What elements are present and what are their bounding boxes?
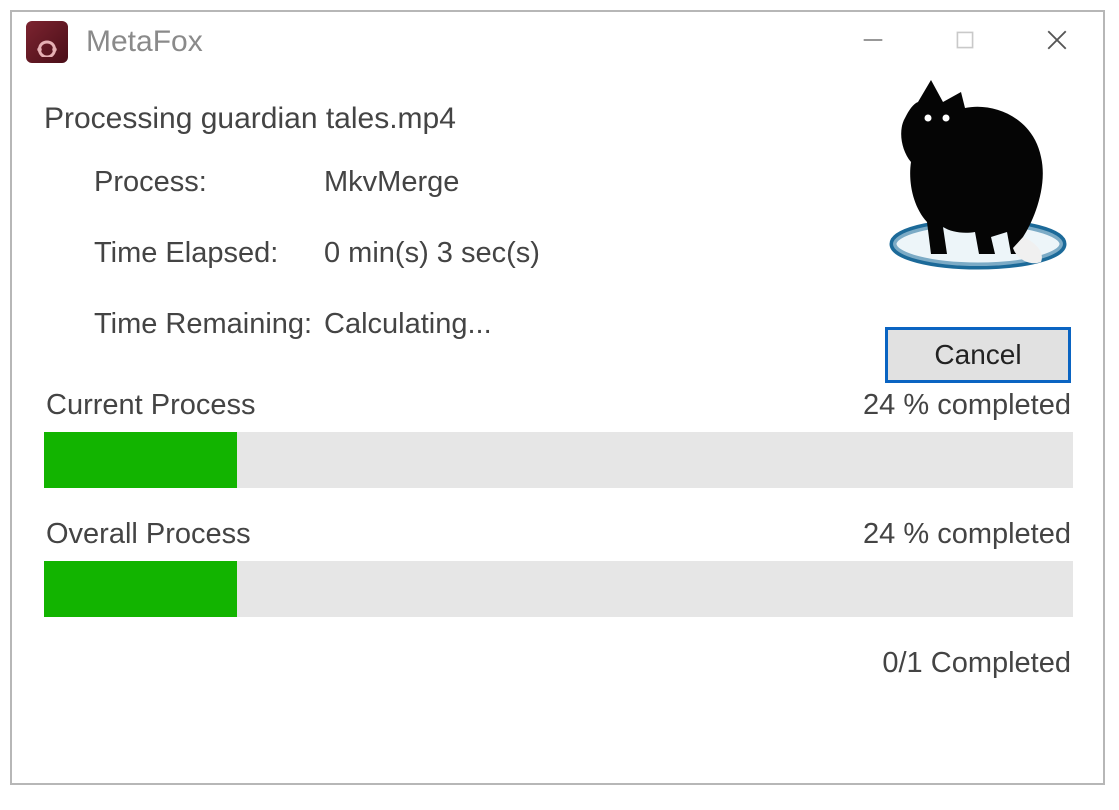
app-icon	[26, 21, 68, 63]
overall-progress-header: Overall Process 24 % completed	[44, 518, 1073, 551]
content-area: Processing guardian tales.mp4 Process: M…	[12, 72, 1103, 680]
elapsed-value: 0 min(s) 3 sec(s)	[324, 237, 540, 270]
process-value: MkvMerge	[324, 166, 459, 199]
window: MetaFox	[10, 10, 1105, 785]
close-button[interactable]	[1011, 12, 1103, 68]
completed-count: 0/1 Completed	[44, 647, 1073, 680]
overall-progress-fill	[44, 561, 237, 617]
current-progress-percent: 24 % completed	[863, 389, 1071, 422]
current-progress-fill	[44, 432, 237, 488]
overall-progress-section: Overall Process 24 % completed	[44, 518, 1073, 617]
overall-progress-label: Overall Process	[46, 518, 251, 551]
current-progress-section: Current Process 24 % completed	[44, 389, 1073, 488]
window-controls	[827, 12, 1103, 72]
remaining-value: Calculating...	[324, 308, 492, 341]
overall-progress-percent: 24 % completed	[863, 518, 1071, 551]
current-progress-label: Current Process	[46, 389, 256, 422]
overall-progress-bar	[44, 561, 1073, 617]
remaining-label: Time Remaining:	[94, 308, 324, 341]
cancel-button[interactable]: Cancel	[885, 327, 1071, 383]
current-progress-header: Current Process 24 % completed	[44, 389, 1073, 422]
app-title: MetaFox	[86, 25, 203, 59]
elapsed-label: Time Elapsed:	[94, 237, 324, 270]
fox-logo-icon	[883, 72, 1073, 272]
titlebar: MetaFox	[12, 12, 1103, 72]
maximize-button[interactable]	[919, 12, 1011, 68]
minimize-button[interactable]	[827, 12, 919, 68]
current-progress-bar	[44, 432, 1073, 488]
process-label: Process:	[94, 166, 324, 199]
